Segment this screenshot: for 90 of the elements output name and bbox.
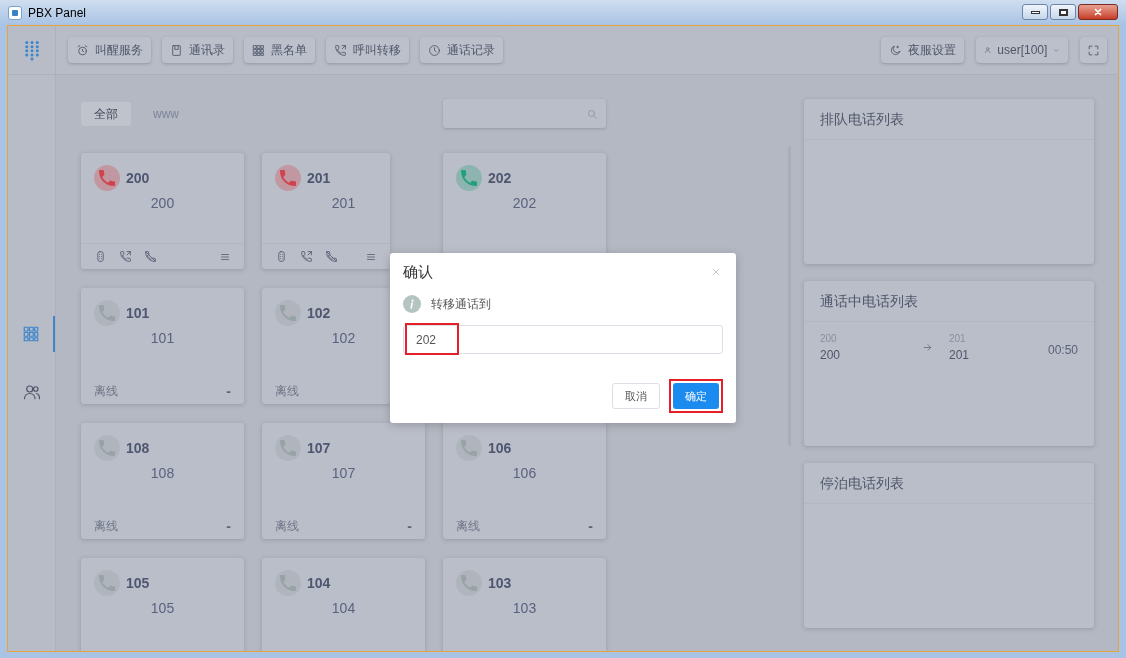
phone-off-icon [144, 250, 157, 263]
alarm-clock-icon [76, 43, 89, 57]
app-icon [8, 5, 22, 20]
extension-number: 200 [126, 168, 150, 188]
extension-number: 107 [307, 438, 331, 458]
extension-card[interactable]: 103 103 [443, 558, 606, 651]
toolbar-button[interactable]: 通话记录 [420, 37, 503, 63]
status-value: - [407, 516, 412, 536]
toolbar-button[interactable]: 通讯录 [162, 37, 233, 63]
extension-name: 104 [330, 599, 357, 618]
extension-name: 103 [511, 599, 538, 618]
user-icon [984, 44, 992, 56]
toolbar-button[interactable]: 叫醒服务 [68, 37, 151, 63]
extension-number: 106 [488, 438, 512, 458]
arrow-right-icon [922, 342, 933, 353]
toolbar-button[interactable]: 呼叫转移 [326, 37, 409, 63]
maximize-button[interactable] [1050, 4, 1076, 20]
panel-title: 排队电话列表 [820, 109, 904, 129]
extension-card[interactable]: 102 102 离线 [262, 288, 390, 404]
dialog-message: 转移通话到 [431, 296, 491, 313]
toolbar-button[interactable]: 黑名单 [244, 37, 315, 63]
extension-card[interactable]: 200 200 [81, 153, 244, 269]
users-icon [22, 383, 41, 401]
grid-icon [252, 43, 265, 57]
extension-name: 106 [511, 464, 538, 483]
close-icon [710, 266, 722, 278]
info-icon [403, 295, 421, 313]
extension-name: 102 [330, 329, 357, 348]
extension-card[interactable]: 201 201 [262, 153, 390, 269]
call-duration: 00:50 [1047, 342, 1078, 359]
extension-number: 103 [488, 573, 512, 593]
extension-name: 107 [330, 464, 357, 483]
extension-card[interactable]: 105 105 [81, 558, 244, 651]
extension-name: 101 [149, 329, 176, 348]
user-menu-button[interactable]: user[100] [976, 37, 1068, 63]
status-value: - [226, 381, 231, 401]
fullscreen-icon [1087, 43, 1100, 57]
extension-number: 105 [126, 573, 150, 593]
status-value: - [226, 516, 231, 536]
panel-title: 通话中电话列表 [820, 291, 918, 311]
extension-number: 202 [488, 168, 512, 188]
grid-icon [21, 325, 40, 343]
dialpad-logo-icon [22, 39, 41, 61]
status-value: - [588, 516, 593, 536]
moon-icon [889, 43, 902, 57]
dialpad-icon [94, 250, 107, 263]
phone-forward-icon [334, 43, 347, 57]
extension-name: 108 [149, 464, 176, 483]
panel-title: 停泊电话列表 [820, 473, 904, 493]
transfer-input[interactable]: 202 [403, 325, 723, 354]
cancel-button[interactable]: 取消 [612, 382, 660, 409]
extension-card[interactable]: 108 108 离线 - [81, 423, 244, 539]
status-text: 离线 [275, 518, 299, 535]
status-text: 离线 [275, 383, 299, 400]
status-text: 离线 [94, 383, 118, 400]
dialpad-icon [275, 250, 288, 263]
extension-number: 108 [126, 438, 150, 458]
extension-number: 102 [307, 303, 331, 323]
notebook-icon [170, 43, 183, 57]
search-icon [586, 107, 598, 120]
close-icon [1092, 6, 1104, 18]
status-text: 离线 [94, 518, 118, 535]
extension-number: 104 [307, 573, 331, 593]
status-text: 离线 [456, 518, 480, 535]
caller-number: 200 [820, 347, 842, 364]
phone-off-icon [325, 250, 338, 263]
confirm-button[interactable]: 确定 [673, 383, 719, 409]
phone-forward-icon [119, 250, 132, 263]
highlight-box [405, 323, 459, 355]
extension-card[interactable]: 106 106 离线 - [443, 423, 606, 539]
extension-name: 200 [149, 194, 176, 213]
extension-card[interactable]: 107 107 离线 - [262, 423, 425, 539]
close-button[interactable] [1078, 4, 1118, 20]
extension-number: 101 [126, 303, 150, 323]
filter-tab[interactable]: 全部 [81, 101, 131, 126]
extension-number: 201 [307, 168, 331, 188]
phone-forward-icon [300, 250, 313, 263]
extension-name: 201 [330, 194, 357, 213]
night-mode-button[interactable]: 夜服设置 [881, 37, 964, 63]
clock-icon [428, 43, 441, 57]
extension-name: 105 [149, 599, 176, 618]
extension-name: 202 [511, 194, 538, 213]
search-field[interactable] [443, 99, 606, 128]
extension-card[interactable]: 104 104 [262, 558, 425, 651]
extension-card[interactable]: 101 101 离线 - [81, 288, 244, 404]
dialog-title: 确认 [403, 261, 433, 282]
fullscreen-button[interactable] [1080, 37, 1107, 63]
callee-number: 201 [949, 347, 970, 364]
minimize-button[interactable] [1022, 4, 1048, 20]
window-title: PBX Panel [28, 4, 87, 22]
